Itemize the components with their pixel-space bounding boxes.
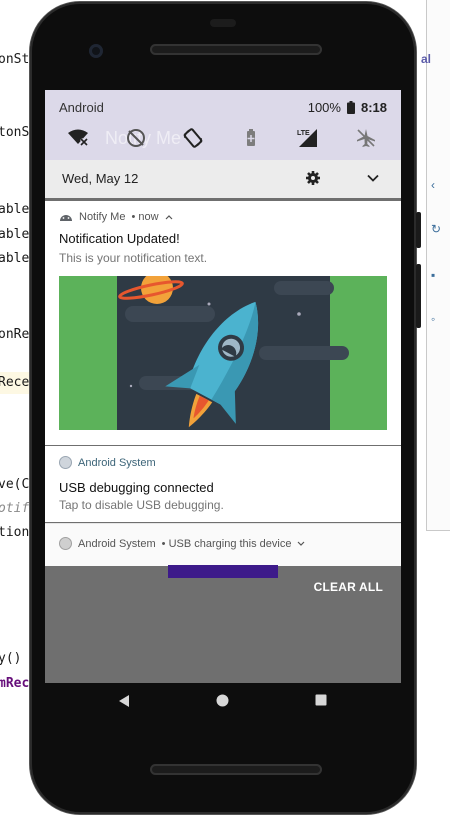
- wifi-off-icon[interactable]: [67, 127, 89, 149]
- ide-gutter-icon: ◦: [431, 312, 436, 326]
- notification-usb-charging[interactable]: Android System • USB charging this devic…: [45, 523, 401, 566]
- ide-gutter-icon: ‹: [431, 178, 435, 192]
- notification-usb-debugging[interactable]: Android System USB debugging connected T…: [45, 446, 401, 522]
- nav-home-icon[interactable]: [216, 694, 229, 707]
- do-not-disturb-icon[interactable]: [125, 127, 147, 149]
- ide-code-line: able: [0, 227, 30, 242]
- ide-code-line: onRe: [0, 327, 30, 342]
- carrier-label: Android: [59, 100, 104, 115]
- nav-recents-icon[interactable]: [315, 694, 327, 706]
- svg-text:LTE: LTE: [297, 130, 310, 137]
- rocket-illustration: [59, 276, 387, 430]
- front-camera: [89, 44, 103, 58]
- ide-code-line: Rece: [0, 375, 30, 390]
- chevron-down-icon[interactable]: [364, 169, 382, 187]
- ide-gutter-icon: ↻: [431, 222, 442, 236]
- battery-percent: 100%: [307, 100, 341, 115]
- app-button-behind-scrim: [168, 565, 278, 578]
- top-speaker: [150, 44, 322, 55]
- notification-header: Notify Me • now: [59, 211, 173, 223]
- date-settings-row: Wed, May 12: [45, 160, 401, 198]
- notification-time: • now: [131, 211, 159, 223]
- auto-rotate-icon[interactable]: [182, 127, 204, 149]
- notification-header: Android System • USB charging this devic…: [59, 537, 305, 550]
- notification-title: USB debugging connected: [59, 480, 214, 495]
- notification-notify-me[interactable]: Notify Me • now Notification Updated! Th…: [45, 201, 401, 445]
- chevron-down-icon[interactable]: [297, 541, 305, 547]
- android-icon: [60, 215, 72, 221]
- ide-code-line: otif: [0, 501, 30, 516]
- battery-saver-icon[interactable]: [240, 127, 262, 149]
- ide-side-panel: al ‹ ↻ ▪ ◦: [421, 0, 450, 531]
- status-bar-right: 100% 8:18: [308, 100, 387, 115]
- earpiece-sensor: [210, 19, 236, 27]
- notification-app-name: Android System: [78, 456, 156, 469]
- notification-text: This is your notification text.: [59, 251, 208, 265]
- notification-title: Notification Updated!: [59, 231, 180, 246]
- system-circle-icon: [59, 537, 72, 550]
- system-circle-icon: [59, 456, 72, 469]
- ide-code-line: mRec: [0, 676, 30, 691]
- ide-code-line: y(): [0, 651, 22, 666]
- nav-back-icon[interactable]: [118, 694, 130, 708]
- notification-summary: • USB charging this device: [161, 537, 292, 550]
- ide-gutter-icon: ▪: [431, 268, 436, 282]
- phone-screen: Notify Me Android 100% 8:18 LTE Wed, May…: [45, 90, 401, 683]
- volume-button: [416, 264, 421, 328]
- lte-signal-icon[interactable]: LTE: [297, 127, 319, 149]
- notification-text: Tap to disable USB debugging.: [59, 498, 224, 512]
- date-label: Wed, May 12: [62, 171, 139, 186]
- notification-app-name: Android System: [78, 537, 156, 550]
- notification-app-name: Notify Me: [79, 211, 126, 223]
- ide-code-line: tonS: [0, 125, 30, 140]
- ide-code-line: able: [0, 251, 30, 266]
- chevron-up-icon[interactable]: [165, 214, 173, 220]
- airplane-mode-icon[interactable]: [355, 127, 377, 149]
- gear-icon[interactable]: [304, 169, 322, 187]
- ide-code-line: onSt: [0, 52, 30, 67]
- ide-code-line: able: [0, 202, 30, 217]
- ide-code-line: ve(C: [0, 477, 30, 492]
- status-time: 8:18: [360, 100, 387, 115]
- clear-all-button[interactable]: CLEAR ALL: [314, 580, 383, 594]
- bottom-speaker: [150, 764, 322, 775]
- battery-icon: [346, 101, 355, 114]
- power-button: [416, 212, 421, 248]
- rocket-image: [59, 276, 387, 430]
- notification-header: Android System: [59, 456, 156, 469]
- quick-settings-panel: Notify Me Android 100% 8:18 LTE: [45, 90, 401, 160]
- ide-side-text: al: [421, 52, 432, 66]
